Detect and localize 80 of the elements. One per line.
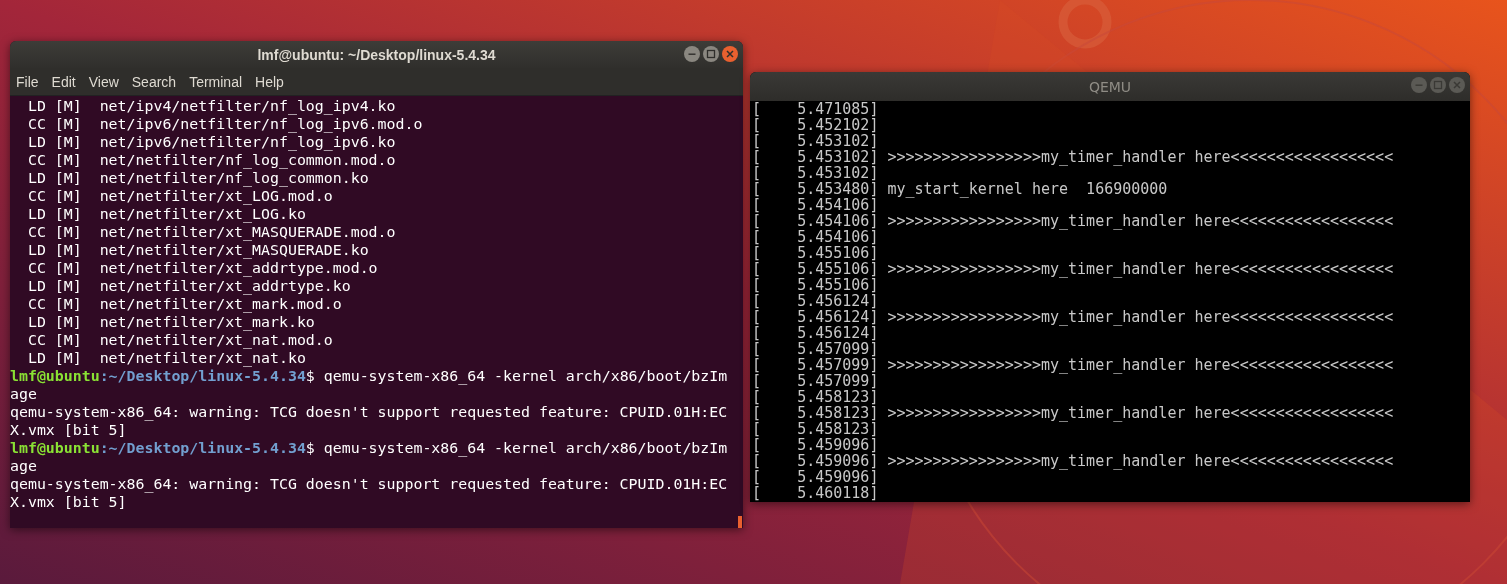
timestamp: [ 5.455106] [752, 260, 879, 278]
log-message: >>>>>>>>>>>>>>>>>my_timer_handler here<<<<<<<<<<<<<<<<<< [887, 308, 1394, 326]
prompt-path: :~/Desktop/linux-5.4.34 [99, 439, 306, 457]
log-message: >>>>>>>>>>>>>>>>>my_timer_handler here<<<<<<<<<<<<<<<<<< [887, 260, 1394, 278]
timestamp: [ 5.455106] [752, 244, 879, 262]
prompt-user: lmf@ubuntu [10, 439, 100, 457]
close-button[interactable] [1449, 77, 1465, 93]
minimize-button[interactable] [684, 46, 700, 62]
output-line: age [10, 457, 37, 475]
menu-item[interactable]: View [88, 73, 119, 90]
timestamp: [ 5.457099] [752, 340, 879, 358]
scrollbar-thumb[interactable] [738, 516, 742, 528]
output-line: CC [M] net/netfilter/xt_nat.mod.o [26, 331, 333, 349]
command-text: $ qemu-system-x86_64 -kernel arch/x86/boot/bzIm [305, 367, 728, 385]
close-button[interactable] [722, 46, 738, 62]
timestamp: [ 5.471085] [752, 100, 879, 118]
log-message: >>>>>>>>>>>>>>>>>my_timer_handler here<<<<<<<<<<<<<<<<<< [887, 404, 1394, 422]
timestamp: [ 5.459096] [752, 468, 879, 486]
maximize-icon [1433, 80, 1443, 90]
output-line: LD [M] net/netfilter/xt_mark.ko [26, 313, 315, 331]
minimize-button[interactable] [1411, 77, 1427, 93]
timestamp: [ 5.452102] [752, 116, 879, 134]
menu-item[interactable]: File [16, 73, 39, 90]
maximize-button[interactable] [703, 46, 719, 62]
output-line: LD [M] net/netfilter/xt_nat.ko [26, 349, 306, 367]
timestamp: [ 5.457099] [752, 356, 879, 374]
output-line: LD [M] net/ipv4/netfilter/nf_log_ipv4.ko [26, 97, 396, 115]
timestamp: [ 5.453102] [752, 164, 879, 182]
log-message: my_start_kernel here 166900000 [887, 180, 1168, 198]
log-message: >>>>>>>>>>>>>>>>>my_timer_handler here<<<<<<<<<<<<<<<<<< [887, 148, 1394, 166]
maximize-button[interactable] [1430, 77, 1446, 93]
menu-item[interactable]: Terminal [189, 73, 243, 90]
log-message: >>>>>>>>>>>>>>>>>my_timer_handler here<<<<<<<<<<<<<<<<<< [887, 356, 1394, 374]
timestamp: [ 5.459096] [752, 436, 879, 454]
output-line: age [10, 385, 37, 403]
timestamp: [ 5.453480] [752, 180, 879, 198]
output-line: CC [M] net/netfilter/xt_addrtype.mod.o [26, 259, 378, 277]
output-line: LD [M] net/ipv6/netfilter/nf_log_ipv6.ko [26, 133, 396, 151]
log-message: >>>>>>>>>>>>>>>>>my_timer_handler here<<<<<<<<<<<<<<<<<< [887, 452, 1394, 470]
minimize-icon [688, 53, 696, 55]
timestamp: [ 5.454106] [752, 196, 879, 214]
timestamp: [ 5.458123] [752, 404, 879, 422]
menu-item[interactable]: Edit [51, 73, 76, 90]
output-line: CC [M] net/netfilter/xt_mark.mod.o [26, 295, 342, 313]
output-line: X.vmx [bit 5] [10, 421, 127, 439]
output-line: LD [M] net/netfilter/xt_LOG.ko [26, 205, 306, 223]
close-icon [1453, 81, 1461, 89]
timestamp: [ 5.454106] [752, 212, 879, 230]
menu-item[interactable]: Search [131, 73, 177, 90]
timestamp: [ 5.456124] [752, 308, 879, 326]
timestamp: [ 5.459096] [752, 452, 879, 470]
timestamp: [ 5.453102] [752, 148, 879, 166]
timestamp: [ 5.456124] [752, 292, 879, 310]
timestamp: [ 5.460118] [752, 484, 879, 502]
timestamp: [ 5.458123] [752, 420, 879, 438]
maximize-icon [706, 49, 716, 59]
output-line: CC [M] net/netfilter/nf_log_common.mod.o [26, 151, 396, 169]
output-line: LD [M] net/netfilter/xt_addrtype.ko [26, 277, 351, 295]
output-line: CC [M] net/netfilter/xt_MASQUERADE.mod.o [26, 223, 396, 241]
menu-item[interactable]: Help [255, 73, 284, 90]
timestamp: [ 5.456124] [752, 324, 879, 342]
prompt-user: lmf@ubuntu [10, 367, 100, 385]
output-line: CC [M] net/ipv6/netfilter/nf_log_ipv6.mod.o [26, 115, 423, 133]
output-line: qemu-system-x86_64: warning: TCG doesn't support requested feature: CPUID.01H:EC [10, 403, 728, 421]
output-line: LD [M] net/netfilter/xt_MASQUERADE.ko [26, 241, 369, 259]
timestamp: [ 5.457099] [752, 372, 879, 390]
output-line: CC [M] net/netfilter/xt_LOG.mod.o [26, 187, 333, 205]
timestamp: [ 5.458123] [752, 388, 879, 406]
output-line: LD [M] net/netfilter/nf_log_common.ko [26, 169, 369, 187]
window-title: QEMU [1088, 78, 1132, 95]
command-text: $ qemu-system-x86_64 -kernel arch/x86/boot/bzIm [305, 439, 728, 457]
timestamp: [ 5.453102] [752, 132, 879, 150]
timestamp: [ 5.455106] [752, 276, 879, 294]
timestamp: [ 5.454106] [752, 228, 879, 246]
log-message: >>>>>>>>>>>>>>>>>my_timer_handler here<<<<<<<<<<<<<<<<<< [887, 212, 1394, 230]
output-line: X.vmx [bit 5] [10, 493, 127, 511]
prompt-path: :~/Desktop/linux-5.4.34 [99, 367, 306, 385]
window-title: lmf@ubuntu: ~/Desktop/linux-5.4.34 [257, 46, 496, 63]
close-icon [726, 50, 734, 58]
output-line: qemu-system-x86_64: warning: TCG doesn't support requested feature: CPUID.01H:EC [10, 475, 728, 493]
